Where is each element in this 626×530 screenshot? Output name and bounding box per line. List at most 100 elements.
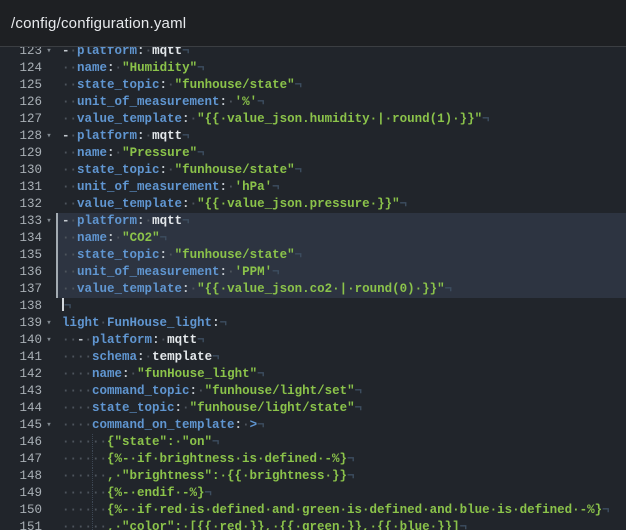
line-number[interactable]: 150 (0, 502, 56, 519)
code-line[interactable]: 135··state_topic:·"funhouse/state"¬ (0, 247, 626, 264)
code-text[interactable]: -·platform:·mqtt¬ (56, 213, 626, 230)
code-line[interactable]: 149······{%-·endif·-%}¬ (0, 485, 626, 502)
code-text[interactable]: ····command_topic:·"funhouse/light/set"¬ (56, 383, 626, 400)
line-number[interactable]: 148 (0, 468, 56, 485)
line-number[interactable]: 131 (0, 179, 56, 196)
line-number[interactable]: 140▾ (0, 332, 56, 349)
code-text[interactable]: ··value_template:·"{{·value_json.co2·|·r… (56, 281, 626, 298)
line-number[interactable]: 146 (0, 434, 56, 451)
line-number[interactable]: 139▾ (0, 315, 56, 332)
code-line[interactable]: 133▾-·platform:·mqtt¬ (0, 213, 626, 230)
token-punct: : (175, 401, 183, 415)
fold-arrow-icon[interactable]: ▾ (43, 417, 55, 434)
line-number[interactable]: 129 (0, 145, 56, 162)
code-line[interactable]: 134··name:·"CO2"¬ (0, 230, 626, 247)
code-text[interactable]: ··unit_of_measurement:·'PPM'¬ (56, 264, 626, 281)
fold-arrow-icon[interactable]: ▾ (43, 47, 55, 60)
code-line[interactable]: 141····schema:·template¬ (0, 349, 626, 366)
token-ws: · (145, 214, 153, 228)
code-text[interactable]: ··value_template:·"{{·value_json.humidit… (56, 111, 626, 128)
code-text[interactable]: ··name:·"CO2"¬ (56, 230, 626, 247)
line-number[interactable]: 132 (0, 196, 56, 213)
code-line[interactable]: 145▾····command_on_template:·>¬ (0, 417, 626, 434)
fold-arrow-icon[interactable]: ▾ (43, 332, 55, 349)
token-punct: : (182, 197, 190, 211)
line-number[interactable]: 127 (0, 111, 56, 128)
code-line[interactable]: 143····command_topic:·"funhouse/light/se… (0, 383, 626, 400)
code-text[interactable]: -·platform:·mqtt¬ (56, 128, 626, 145)
code-line[interactable]: 138¬ (0, 298, 626, 315)
code-line[interactable]: 140▾··-·platform:·mqtt¬ (0, 332, 626, 349)
line-number[interactable]: 137 (0, 281, 56, 298)
line-number[interactable]: 133▾ (0, 213, 56, 230)
code-line[interactable]: 144····state_topic:·"funhouse/light/stat… (0, 400, 626, 417)
line-number[interactable]: 147 (0, 451, 56, 468)
line-number[interactable]: 126 (0, 94, 56, 111)
code-line[interactable]: 130··state_topic:·"funhouse/state"¬ (0, 162, 626, 179)
code-text[interactable]: ··unit_of_measurement:·'%'¬ (56, 94, 626, 111)
line-number[interactable]: 143 (0, 383, 56, 400)
file-editor-window: /config/configuration.yaml 123▾-·platfor… (0, 0, 626, 530)
line-number[interactable]: 125 (0, 77, 56, 94)
fold-arrow-icon[interactable]: ▾ (43, 213, 55, 230)
code-line[interactable]: 139▾light·FunHouse_light:¬ (0, 315, 626, 332)
line-number[interactable]: 135 (0, 247, 56, 264)
code-line[interactable]: 151······,·"color":·[{{·red·}},·{{·green… (0, 519, 626, 530)
code-line[interactable]: 146······{"state":·"on"¬ (0, 434, 626, 451)
token-ws: ·· (62, 248, 77, 262)
line-number[interactable]: 134 (0, 230, 56, 247)
line-number[interactable]: 151 (0, 519, 56, 530)
line-number[interactable]: 144 (0, 400, 56, 417)
code-text[interactable]: ··name:·"Pressure"¬ (56, 145, 626, 162)
fold-arrow-icon[interactable]: ▾ (43, 128, 55, 145)
code-line[interactable]: 148······,·"brightness":·{{·brightness·}… (0, 468, 626, 485)
code-line[interactable]: 131··unit_of_measurement:·'hPa'¬ (0, 179, 626, 196)
code-line[interactable]: 129··name:·"Pressure"¬ (0, 145, 626, 162)
code-text[interactable]: ······{%-·endif·-%}¬ (56, 485, 626, 502)
line-number[interactable]: 149 (0, 485, 56, 502)
code-text[interactable]: ··value_template:·"{{·value_json.pressur… (56, 196, 626, 213)
fold-arrow-icon[interactable]: ▾ (43, 315, 55, 332)
code-text[interactable]: ······{%-·if·brightness·is·defined·-%}¬ (56, 451, 626, 468)
code-line[interactable]: 125··state_topic:·"funhouse/state"¬ (0, 77, 626, 94)
code-line[interactable]: 126··unit_of_measurement:·'%'¬ (0, 94, 626, 111)
code-text[interactable]: -·platform:·mqtt¬ (56, 47, 626, 60)
line-number[interactable]: 124 (0, 60, 56, 77)
code-line[interactable]: 124··name:·"Humidity"¬ (0, 60, 626, 77)
code-line[interactable]: 123▾-·platform:·mqtt¬ (0, 47, 626, 60)
code-text[interactable]: ··state_topic:·"funhouse/state"¬ (56, 247, 626, 264)
code-text[interactable]: ··state_topic:·"funhouse/state"¬ (56, 162, 626, 179)
line-number[interactable]: 138 (0, 298, 56, 315)
code-editor[interactable]: 123▾-·platform:·mqtt¬124··name:·"Humidit… (0, 47, 626, 530)
code-text[interactable]: ··-·platform:·mqtt¬ (56, 332, 626, 349)
line-number[interactable]: 130 (0, 162, 56, 179)
code-text[interactable]: ¬ (56, 298, 626, 315)
code-line[interactable]: 150······{%-·if·red·is·defined·and·green… (0, 502, 626, 519)
line-number[interactable]: 145▾ (0, 417, 56, 434)
line-number[interactable]: 136 (0, 264, 56, 281)
code-line[interactable]: 132··value_template:·"{{·value_json.pres… (0, 196, 626, 213)
line-number[interactable]: 141 (0, 349, 56, 366)
code-text[interactable]: ··name:·"Humidity"¬ (56, 60, 626, 77)
code-text[interactable]: ····schema:·template¬ (56, 349, 626, 366)
code-line[interactable]: 128▾-·platform:·mqtt¬ (0, 128, 626, 145)
line-number[interactable]: 128▾ (0, 128, 56, 145)
code-line[interactable]: 137··value_template:·"{{·value_json.co2·… (0, 281, 626, 298)
code-text[interactable]: light·FunHouse_light:¬ (56, 315, 626, 332)
code-line[interactable]: 142····name:·"funHouse_light"¬ (0, 366, 626, 383)
code-text[interactable]: ······{%-·if·red·is·defined·and·green·is… (56, 502, 626, 519)
code-text[interactable]: ····command_on_template:·>¬ (56, 417, 626, 434)
code-line[interactable]: 147······{%-·if·brightness·is·defined·-%… (0, 451, 626, 468)
code-text[interactable]: ··state_topic:·"funhouse/state"¬ (56, 77, 626, 94)
line-number[interactable]: 123▾ (0, 47, 56, 60)
code-line[interactable]: 136··unit_of_measurement:·'PPM'¬ (0, 264, 626, 281)
code-text[interactable]: ······,·"brightness":·{{·brightness·}}¬ (56, 468, 626, 485)
code-text[interactable]: ····name:·"funHouse_light"¬ (56, 366, 626, 383)
code-text[interactable]: ····state_topic:·"funhouse/light/state"¬ (56, 400, 626, 417)
code-text[interactable]: ······{"state":·"on"¬ (56, 434, 626, 451)
file-path-title: /config/configuration.yaml (11, 15, 186, 32)
code-line[interactable]: 127··value_template:·"{{·value_json.humi… (0, 111, 626, 128)
line-number[interactable]: 142 (0, 366, 56, 383)
code-text[interactable]: ······,·"color":·[{{·red·}},·{{·green·}}… (56, 519, 626, 530)
code-text[interactable]: ··unit_of_measurement:·'hPa'¬ (56, 179, 626, 196)
